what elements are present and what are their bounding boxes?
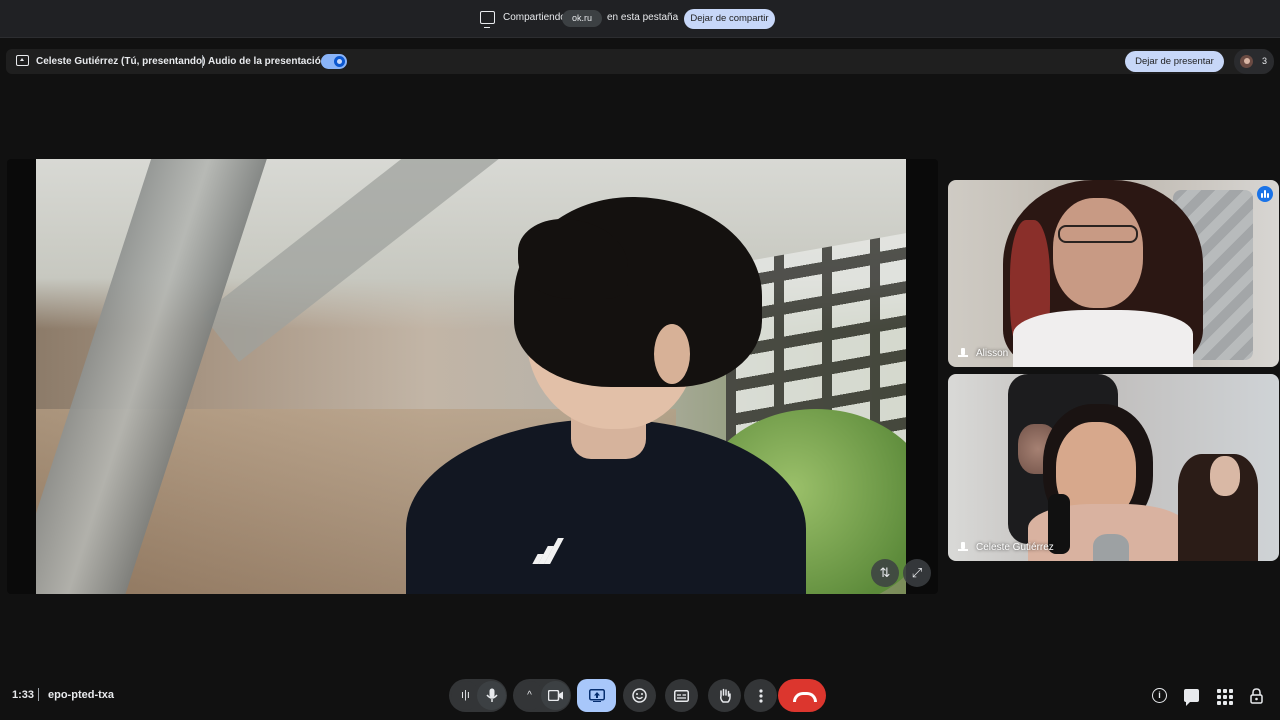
captions-button[interactable] [665,679,698,712]
presenting-bar: Celeste Gutiérrez (Tú, presentando) Audi… [6,49,1274,74]
shared-site-chip: ok.ru [562,10,602,27]
presentation-audio-toggle[interactable] [321,54,347,69]
participant-name: Celeste Gutiérrez [976,542,1054,553]
microphone-icon[interactable] [477,681,506,710]
camera-group: ^ [513,679,571,712]
raise-hand-button[interactable] [708,679,741,712]
captions-icon [674,690,689,702]
sharing-label: Compartiendo [503,12,566,23]
shared-video [36,159,906,594]
end-call-button[interactable] [778,679,826,712]
audio-level-icon[interactable]: ı|ı [451,681,480,710]
chat-icon [1184,689,1199,706]
fullscreen-icon[interactable]: ⤢ [903,559,931,587]
person-ear [654,324,690,384]
screen-share-icon [480,11,495,28]
participant-name: Alisson [976,348,1009,359]
emoji-reaction-button[interactable] [623,679,656,712]
speaking-indicator-icon [1257,186,1273,202]
meeting-details-button[interactable]: i [1150,686,1170,706]
participant-shirt [1013,310,1193,367]
stop-presenting-button[interactable]: Dejar de presentar [1125,51,1224,72]
lock-person-icon [1250,688,1263,704]
sharing-bar: Compartiendo ok.ru en esta pestaña Dejar… [0,0,1280,38]
participant-count: 3 [1262,56,1268,66]
pin-icon[interactable] [958,348,968,359]
host-controls-button[interactable] [1247,686,1267,706]
participant-avatar [1240,55,1253,68]
raise-hand-icon [719,688,731,703]
pin-icon[interactable] [958,542,968,553]
cutout-face [1210,456,1240,496]
swap-layout-icon[interactable]: ⇅ [871,559,899,587]
microphone-group: ı|ı [449,679,507,712]
info-icon: i [1152,688,1167,703]
activities-button[interactable] [1214,686,1234,706]
toggle-knob [334,56,345,67]
presenter-name: Celeste Gutiérrez (Tú, presentando) [36,56,206,67]
emoji-icon [632,688,647,703]
more-options-icon [758,689,763,703]
participant-tile[interactable]: Alisson [948,180,1279,367]
sharing-tab-label: en esta pestaña [607,12,679,23]
more-options-button[interactable] [744,679,777,712]
apps-icon [1217,689,1233,705]
participant-face [1053,198,1143,308]
present-screen-button[interactable] [577,679,616,712]
brand-logo-icon [532,534,564,564]
meeting-code: epo-pted-txa [48,689,114,701]
participant-tile[interactable]: Celeste Gutiérrez [948,374,1279,561]
participants-chip[interactable]: 3 [1234,49,1274,74]
camera-icon[interactable] [541,681,570,710]
presentation-stage: ⇅ ⤢ [7,159,938,594]
presenting-icon [16,55,29,66]
presenting-divider [202,55,203,68]
meeting-time: 1:33 [12,689,35,701]
stop-sharing-button[interactable]: Dejar de compartir [684,9,775,29]
chat-button[interactable] [1182,686,1202,706]
camera-options-chevron-icon[interactable]: ^ [515,681,544,710]
participant-glasses [1058,225,1138,243]
mate-cup [1093,534,1129,561]
meeting-info-divider [38,688,39,701]
presentation-audio-label: Audio de la presentación [208,56,327,67]
